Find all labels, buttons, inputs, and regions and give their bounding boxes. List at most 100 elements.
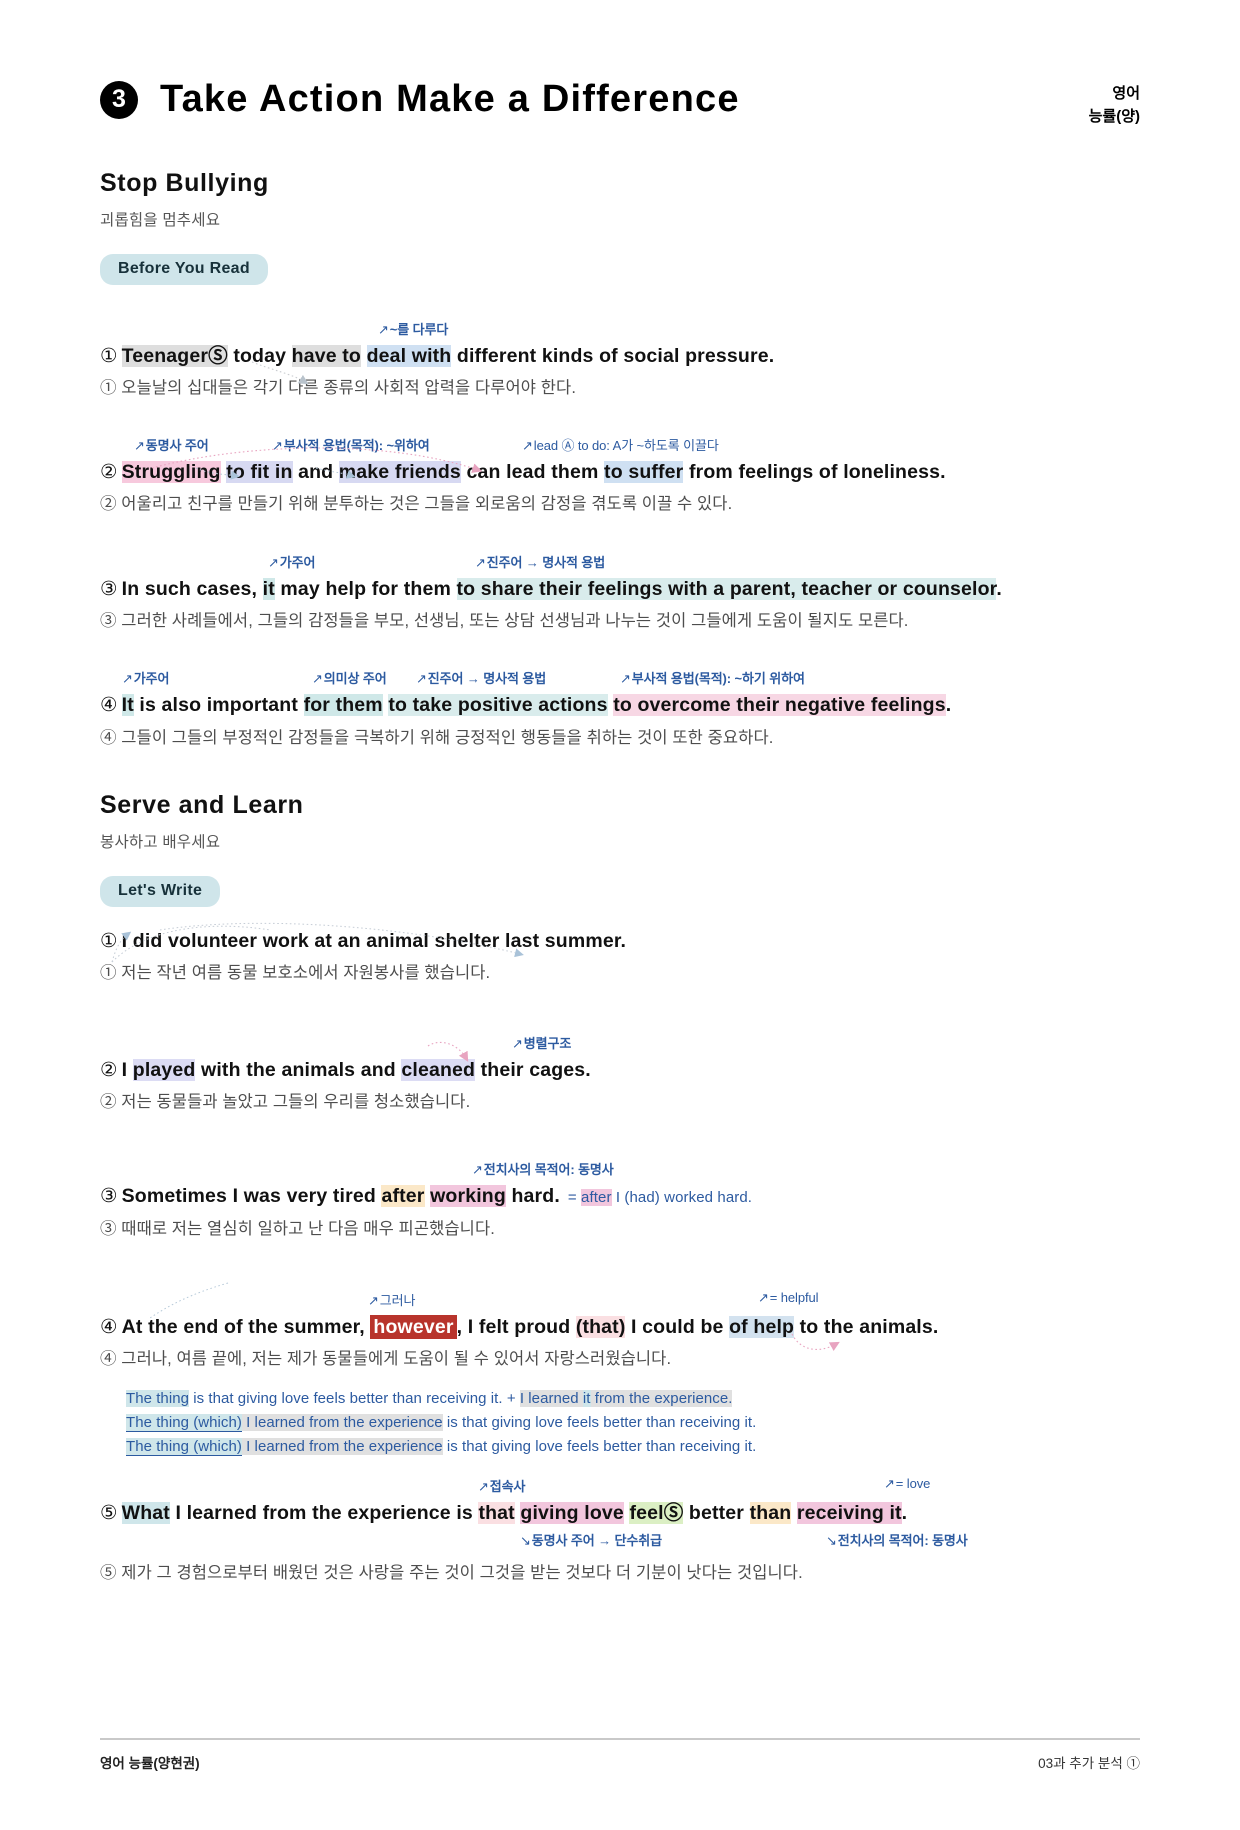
highlight-gerund-subject: Struggling — [121, 461, 221, 484]
english-sentence: ⑤ What I learned from the experience is t… — [100, 1499, 1140, 1528]
sentence-number: ① — [100, 344, 118, 367]
grammar-note: ↗전치사의 목적어: 동명사 — [472, 1162, 614, 1178]
sentence-number: ⑤ — [100, 1501, 118, 1524]
derivation-line-1: The thing is that giving love feels bett… — [126, 1389, 733, 1407]
plain-text: with the animals and — [195, 1058, 402, 1081]
korean-translation: ④ 그러나, 여름 끝에, 저는 제가 동물들에게 도움이 될 수 있어서 자랑… — [100, 1350, 672, 1369]
sentence-number: ④ — [100, 694, 118, 717]
highlight-conjunction-that: that — [478, 1501, 515, 1524]
grammar-note: ↗부사적 용법(목적): ~위하여 — [272, 438, 430, 454]
english-sentence: ① TeenagerⓈ today have to deal with diffe… — [100, 342, 1140, 371]
sentence-block-2-3: ↗전치사의 목적어: 동명사 ③ Sometimes I was very tir… — [100, 1159, 1140, 1242]
sentence-number: ① — [100, 930, 118, 953]
grammar-note: ↘동명사 주어 → 단수취급 — [520, 1532, 662, 1548]
plain-text: . — [996, 577, 1002, 600]
sentence-number: ② — [100, 461, 118, 484]
derivation-relative-clause: I learned from the experience — [241, 1438, 443, 1456]
english-sentence: ②I played with the animals and cleaned t… — [100, 1056, 1140, 1085]
highlight-dummy-subject: It — [121, 694, 134, 717]
grammar-note: ↗가주어 — [268, 554, 316, 570]
english-sentence: ③ Sometimes I was very tired after workin… — [100, 1182, 1140, 1211]
korean-translation: ⑤ 제가 그 경험으로부터 배웠던 것은 사랑을 주는 것이 그것을 받는 것보… — [100, 1563, 803, 1582]
grammar-note: ↗~를 다루다 — [378, 321, 449, 337]
note-row: ↗전치사의 목적어: 동명사 — [100, 1159, 1140, 1179]
highlight-equivalent-conjunction: after — [581, 1189, 612, 1207]
textbook-subject: 영어 — [1112, 85, 1140, 102]
grammar-note: ↗진주어 → 명사적 용법 — [475, 554, 606, 570]
highlight-subject: TeenagerⓈ — [121, 344, 228, 367]
pill-lets-write: Let's Write — [100, 876, 221, 908]
worksheet-page: 3 Take Action Make a Difference 영어 능률(양)… — [0, 78, 1240, 1830]
derivation-antecedent: The thing — [126, 1389, 189, 1407]
pill-before-you-read: Before You Read — [100, 253, 268, 285]
plain-text: I could be — [625, 1315, 730, 1338]
derivation-explanation: The thing is that giving love feels bett… — [126, 1387, 1140, 1460]
plain-text: is also important — [133, 694, 304, 717]
plain-text: hard. — [505, 1185, 560, 1208]
plain-text: In such cases, — [121, 577, 263, 600]
highlight-comparative-than: than — [749, 1501, 792, 1524]
section-subtitle: 괴롭힘을 멈추세요 — [100, 211, 221, 229]
sentence-number: ② — [100, 1058, 118, 1081]
english-sentence: ③ In such cases, it may help for them to … — [100, 575, 1140, 604]
note-row: ↗가주어 ↗진주어 → 명사적 용법 — [100, 552, 1140, 572]
sentence-block-1-1: ↗~를 다루다 ① TeenagerⓈ today have to deal wi… — [100, 319, 1140, 402]
highlight-real-subject: to share their feelings with a parent, t… — [456, 577, 997, 600]
highlight-phrasal-verb: deal with — [366, 344, 452, 367]
footer-right-label: 03과 추가 분석 ① — [1038, 1756, 1140, 1771]
textbook-label: 영어 능률(양) — [1089, 78, 1140, 129]
section-title: Stop Bullying — [100, 168, 269, 197]
korean-translation: ④ 그들이 그들의 부정적인 감정들을 극복하기 위해 긍정적인 행동들을 취하… — [100, 728, 774, 747]
highlight-gerund-object: receiving it — [796, 1501, 902, 1524]
plain-text: I learned from the experience is — [169, 1501, 479, 1524]
note-row: ↗~를 다루다 — [100, 319, 1140, 339]
derivation-relative-clause: I learned from the experience — [241, 1413, 443, 1431]
plain-text: I did volunteer work at an animal shelte… — [121, 930, 627, 953]
highlight-preposition: after — [381, 1185, 425, 1208]
sentence-number: ④ — [100, 1315, 118, 1338]
grammar-note: ↘전치사의 목적어: 동명사 — [826, 1532, 968, 1548]
highlight-of-help: of help — [729, 1315, 795, 1338]
english-sentence: ② Struggling to fit in and make friends c… — [100, 458, 1140, 487]
highlight-contrast-adverb: however — [370, 1314, 457, 1339]
derivation-clause: I learned — [519, 1389, 579, 1407]
section-stop-bullying: Stop Bullying 괴롭힘을 멈추세요 Before You Read … — [100, 169, 1140, 752]
derivation-line-3: The thing (which) I learned from the exp… — [126, 1438, 757, 1457]
plain-text: Sometimes I was very tired — [121, 1185, 382, 1208]
page-title: Take Action Make a Difference — [160, 78, 740, 120]
derivation-line-2: The thing (which) I learned from the exp… — [126, 1413, 757, 1432]
highlight-verb-1: played — [132, 1058, 196, 1081]
section-subtitle: 봉사하고 배우세요 — [100, 834, 221, 852]
korean-translation: ③ 그러한 사례들에서, 그들의 감정들을 부모, 선생님, 또는 상담 선생님… — [100, 612, 909, 631]
plain-text: I — [121, 1058, 133, 1081]
note-row: ↗병렬구조 — [100, 1033, 1140, 1053]
grammar-note: ↗부사적 용법(목적): ~하기 위하여 — [620, 671, 805, 687]
english-sentence: ④ It is also important for them to take p… — [100, 691, 1140, 720]
note-row: ↗접속사 ↗= love — [100, 1476, 1140, 1496]
highlight-infinitive-1: to fit in — [226, 461, 293, 484]
plain-text: At the end of the summer, — [121, 1315, 371, 1338]
grammar-note: ↗가주어 — [122, 671, 170, 687]
title-group: 3 Take Action Make a Difference — [100, 78, 740, 121]
page-header: 3 Take Action Make a Difference 영어 능률(양) — [100, 78, 1140, 129]
section-title: Serve and Learn — [100, 791, 304, 820]
derivation-relative: The thing (which) — [126, 1413, 242, 1432]
highlight-modal: have to — [291, 344, 361, 367]
note-row: ↗동명사 주어 ↗부사적 용법(목적): ~위하여 ↗lead Ⓐ to do:… — [100, 435, 1140, 455]
sentence-block-1-4: ↗가주어 ↗의미상 주어 ↗진주어 → 명사적 용법 ↗부사적 용법(목적): … — [100, 668, 1140, 751]
english-sentence: ①I did volunteer work at an animal shelt… — [100, 927, 1140, 956]
grammar-note: ↗접속사 — [478, 1478, 526, 1494]
highlight-omitted-that: (that) — [575, 1315, 626, 1338]
highlight-verb-2: cleaned — [401, 1058, 476, 1081]
grammar-note: ↗= love — [884, 1475, 931, 1491]
grammar-note: ↗lead Ⓐ to do: A가 ~하도록 이끌다 — [522, 438, 719, 454]
highlight-to-infinitive: to suffer — [604, 461, 684, 484]
sentence-number: ③ — [100, 1185, 118, 1208]
plain-text: can lead them — [460, 461, 605, 484]
highlight-real-subject: to take positive actions — [388, 694, 608, 717]
highlight-dummy-subject: it — [262, 577, 275, 600]
derivation-relative: The thing (which) — [126, 1438, 242, 1457]
korean-translation: ① 오늘날의 십대들은 각기 다른 종류의 사회적 압력을 다루어야 한다. — [100, 378, 577, 397]
grammar-note: ↗진주어 → 명사적 용법 — [416, 671, 547, 687]
korean-translation: ② 저는 동물들과 놀았고 그들의 우리를 청소했습니다. — [100, 1092, 471, 1111]
